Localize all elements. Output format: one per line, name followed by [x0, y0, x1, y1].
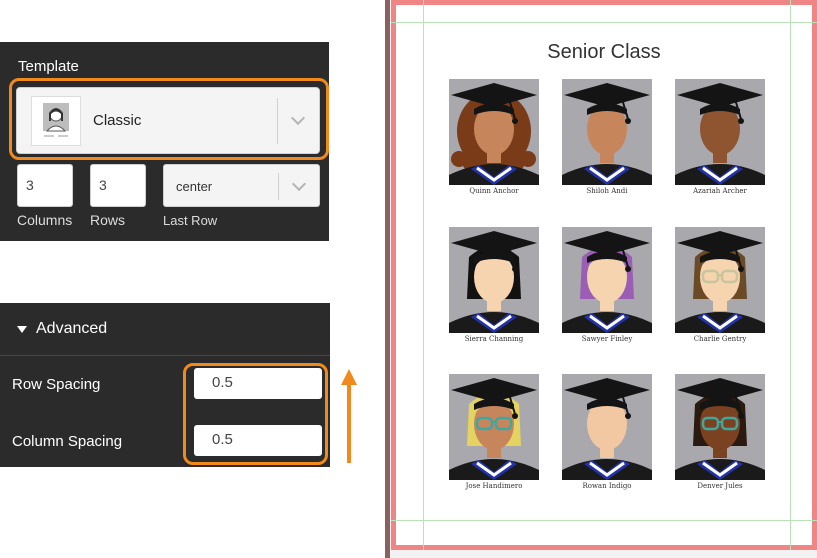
last-row-label: Last Row — [163, 213, 218, 228]
student-name: Sawyer Finley — [581, 335, 633, 343]
advanced-panel: Advanced Row Spacing 0.5 Column Spacing … — [0, 303, 330, 467]
column-spacing-input[interactable]: 0.5 — [194, 425, 322, 456]
chevron-down-icon[interactable] — [290, 110, 306, 126]
margin-guide — [423, 0, 424, 550]
select-divider — [278, 173, 279, 200]
student-photo — [449, 374, 539, 480]
chevron-down-icon[interactable] — [291, 176, 307, 192]
template-select[interactable]: Classic — [16, 87, 320, 154]
row-spacing-input[interactable]: 0.5 — [194, 368, 322, 399]
student-name: Quinn Anchor — [469, 187, 519, 195]
margin-guide — [391, 22, 817, 23]
template-title: Template — [18, 58, 79, 75]
student-photo — [449, 227, 539, 333]
last-row-value: center — [176, 179, 213, 194]
arrow-up-icon — [341, 369, 357, 463]
template-thumbnail-icon — [31, 96, 81, 146]
student-photo — [675, 79, 765, 185]
student-name: Denver Jules — [697, 482, 743, 490]
student-photo — [562, 374, 652, 480]
margin-guide — [790, 0, 791, 550]
student-name: Shiloh Andi — [586, 187, 628, 195]
page-title: Senior Class — [547, 41, 661, 63]
caret-down-icon — [17, 326, 27, 333]
student-name: Jose Handimero — [465, 482, 523, 490]
template-panel: Template Classic 3 3 center Columns Rows… — [0, 42, 329, 241]
student-photo — [562, 227, 652, 333]
template-name: Classic — [93, 112, 142, 129]
student-photo — [675, 227, 765, 333]
student-name: Azariah Archer — [693, 187, 747, 195]
rows-label: Rows — [90, 212, 126, 228]
advanced-title: Advanced — [36, 320, 108, 337]
student-name: Charlie Gentry — [693, 335, 747, 343]
select-divider — [277, 98, 278, 144]
column-spacing-label: Column Spacing — [12, 433, 123, 450]
row-spacing-label: Row Spacing — [12, 376, 101, 393]
rows-input[interactable]: 3 — [90, 164, 146, 207]
student-photo — [675, 374, 765, 480]
last-row-select[interactable]: center — [163, 164, 320, 207]
advanced-header[interactable]: Advanced — [0, 303, 330, 356]
student-photo — [449, 79, 539, 185]
preview-edge — [385, 0, 390, 558]
columns-label: Columns — [17, 212, 73, 228]
student-name: Sierra Channing — [464, 335, 524, 343]
student-name: Rowan Indigo — [582, 482, 632, 490]
student-photo — [562, 79, 652, 185]
margin-guide — [391, 520, 817, 521]
columns-input[interactable]: 3 — [17, 164, 73, 207]
